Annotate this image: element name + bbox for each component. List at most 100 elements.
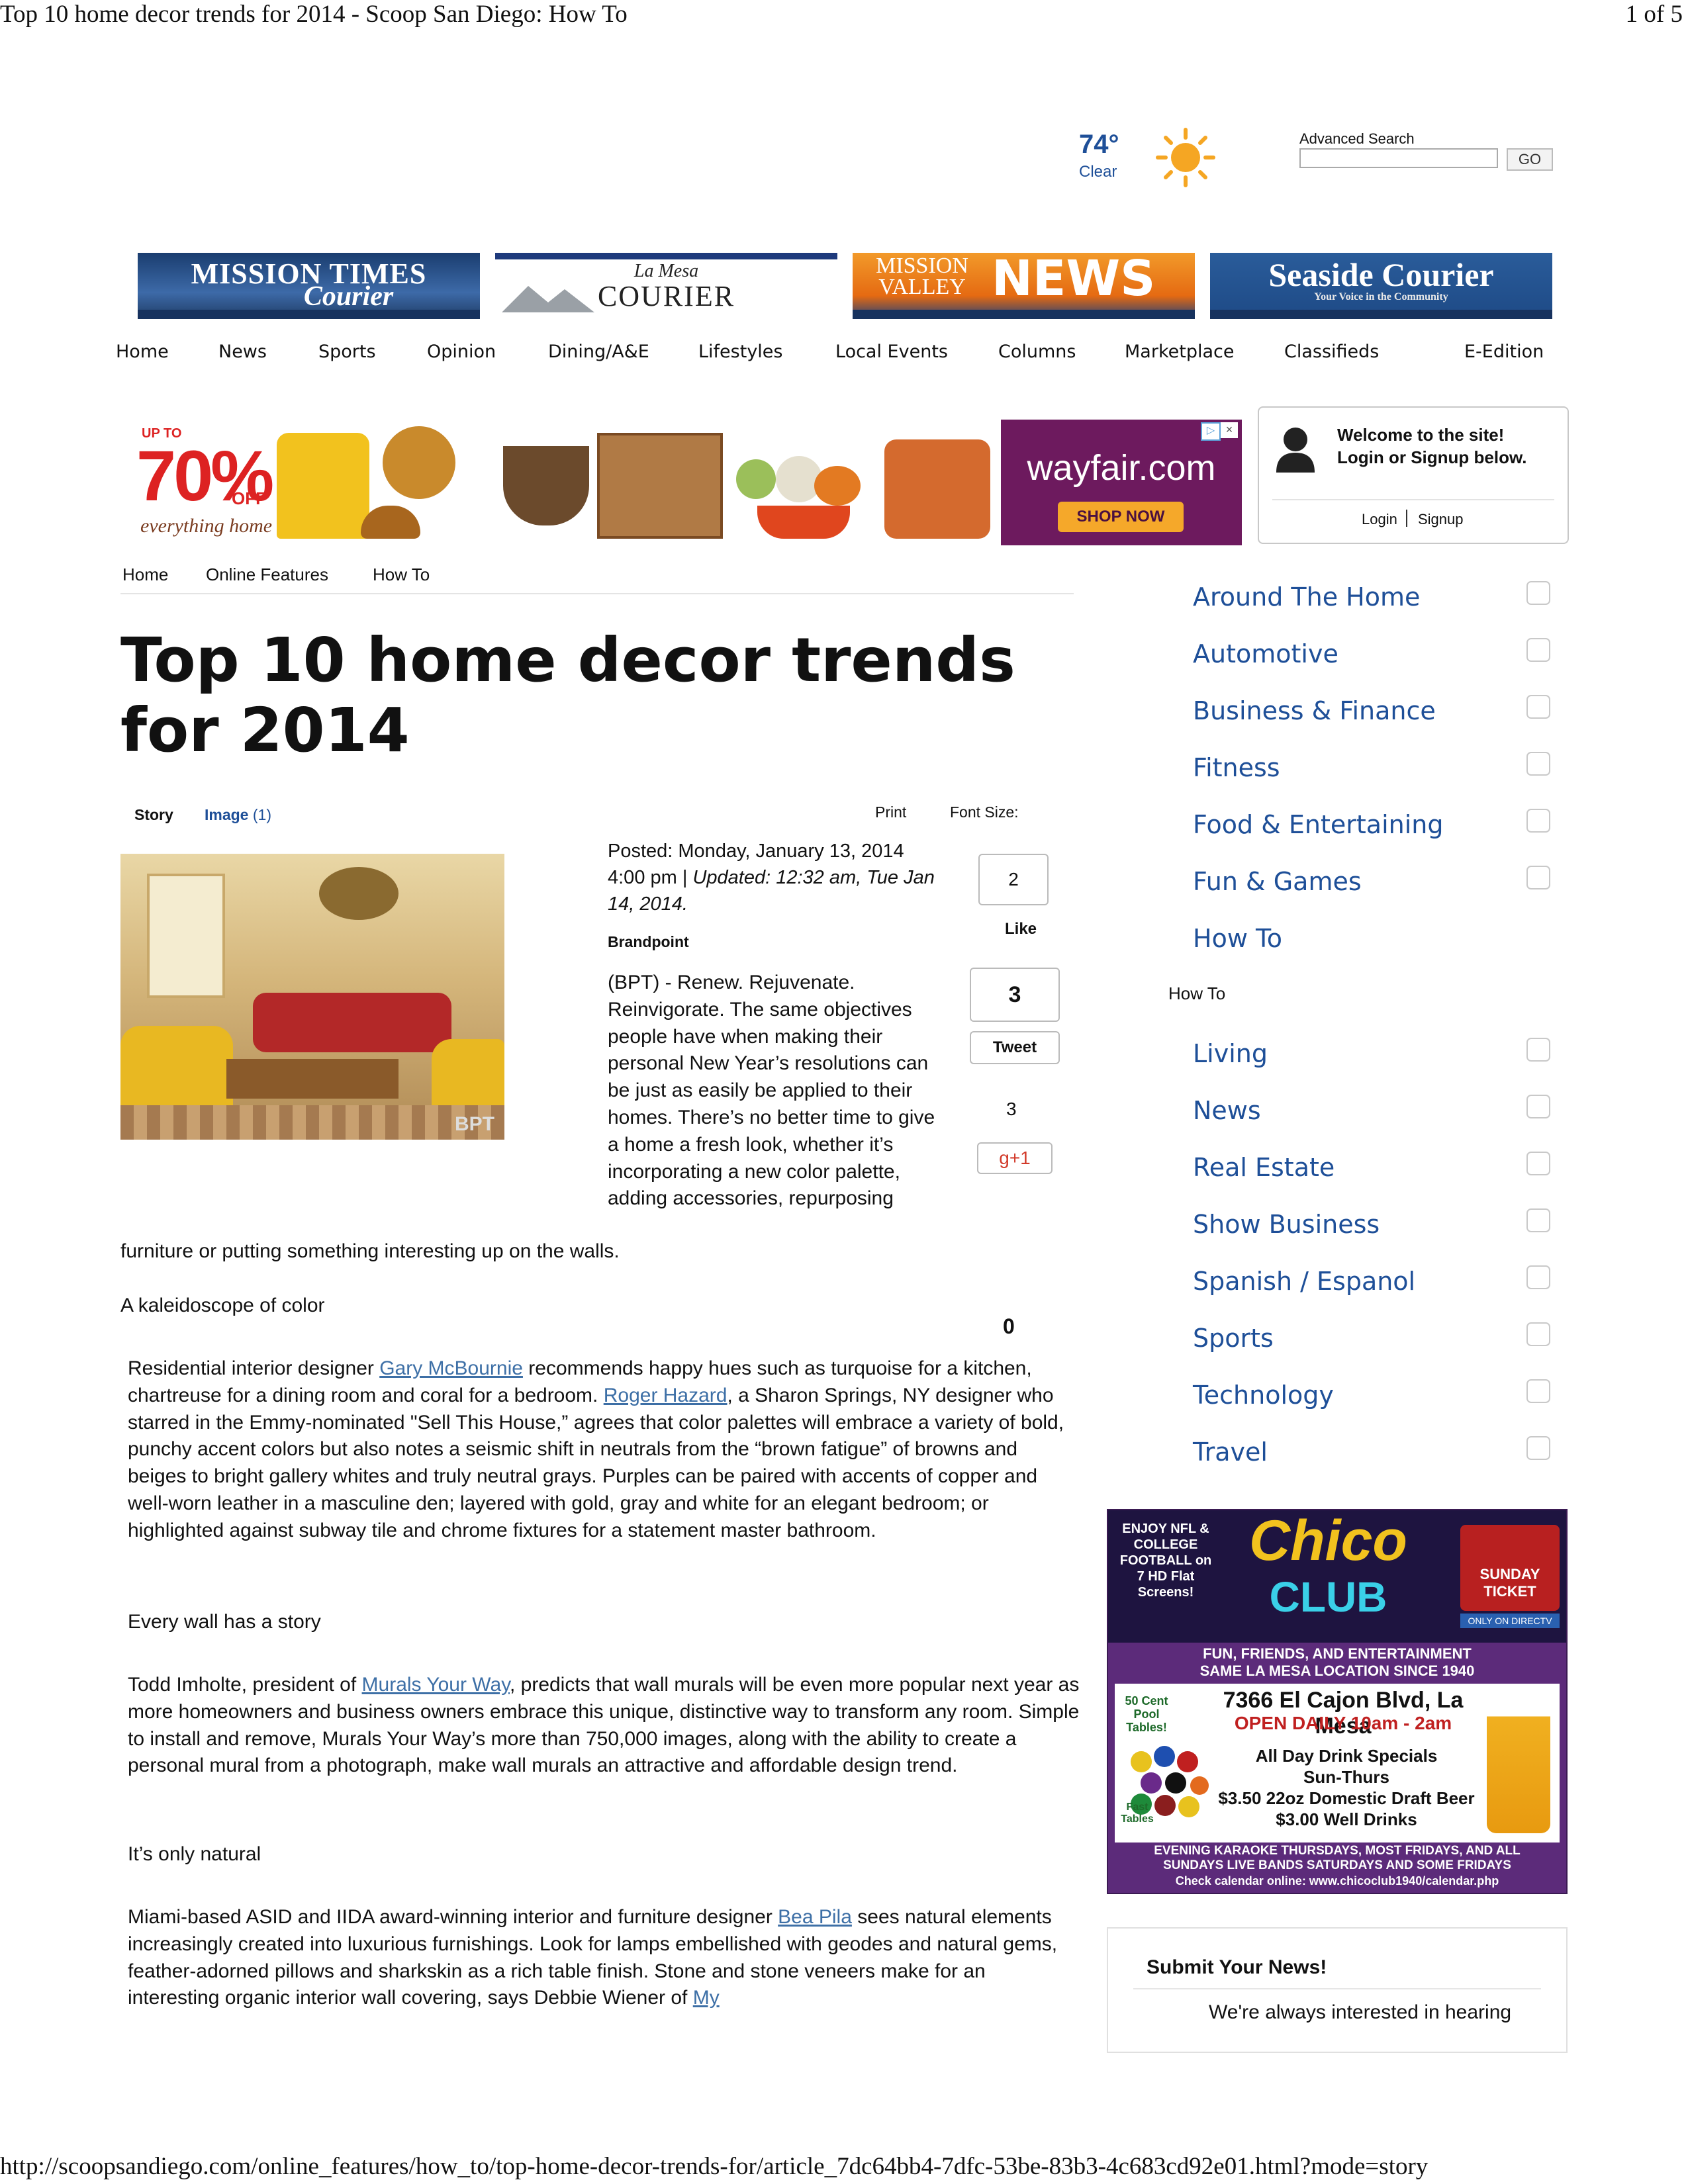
nav-local-events[interactable]: Local Events bbox=[835, 341, 948, 362]
login-link[interactable]: Login bbox=[1362, 511, 1397, 528]
advanced-search-link[interactable]: Advanced Search bbox=[1299, 130, 1415, 148]
article-title: Top 10 home decor trends for 2014 bbox=[120, 625, 1015, 766]
chico-specials-2: Sun-Thurs bbox=[1303, 1767, 1389, 1787]
sidebar-item-news[interactable]: News bbox=[1193, 1096, 1261, 1125]
sidebar-checkbox[interactable] bbox=[1526, 1265, 1550, 1289]
nav-news[interactable]: News bbox=[218, 341, 267, 362]
roger-hazard-link[interactable]: Roger Hazard bbox=[604, 1385, 727, 1406]
ad-brand: wayfair.com bbox=[1027, 448, 1216, 488]
masthead-subtitle: Your Voice in the Community bbox=[1314, 291, 1448, 302]
nav-lifestyles[interactable]: Lifestyles bbox=[698, 341, 782, 362]
sidebar-item-sports[interactable]: Sports bbox=[1193, 1324, 1274, 1353]
submit-news-title[interactable]: Submit Your News! bbox=[1147, 1956, 1327, 1979]
search-input[interactable] bbox=[1299, 148, 1498, 168]
masthead-mission-valley-news[interactable]: MISSION VALLEY NEWS bbox=[853, 253, 1195, 319]
ad-shop-now-button[interactable]: SHOP NOW bbox=[1058, 502, 1184, 532]
nav-opinion[interactable]: Opinion bbox=[427, 341, 496, 362]
chico-logo-club: CLUB bbox=[1269, 1573, 1387, 1621]
sidebar-checkbox[interactable] bbox=[1526, 1436, 1550, 1460]
nav-columns[interactable]: Columns bbox=[998, 341, 1076, 362]
sidebar-item-around-the-home[interactable]: Around The Home bbox=[1193, 582, 1420, 612]
chico-club-ad[interactable]: ENJOY NFL & COLLEGE FOOTBALL on 7 HD Fla… bbox=[1107, 1509, 1568, 1894]
photo-chandelier bbox=[319, 867, 399, 920]
print-footer-url: http://scoopsandiego.com/online_features… bbox=[0, 2153, 1429, 2180]
sidebar-checkbox[interactable] bbox=[1526, 695, 1550, 719]
sidebar-subcategory-how-to[interactable]: How To bbox=[1168, 983, 1225, 1004]
sidebar-checkbox[interactable] bbox=[1526, 1152, 1550, 1175]
like-button[interactable]: Like bbox=[1005, 920, 1037, 938]
ad-off: OFF bbox=[232, 488, 266, 508]
nav-sports[interactable]: Sports bbox=[318, 341, 376, 362]
sidebar-item-fun-games[interactable]: Fun & Games bbox=[1193, 867, 1362, 896]
chico-specials-1: All Day Drink Specials bbox=[1255, 1746, 1438, 1766]
sidebar-checkbox[interactable] bbox=[1526, 1095, 1550, 1118]
sidebar-checkbox[interactable] bbox=[1526, 809, 1550, 833]
text-run: Todd Imholte, president of bbox=[128, 1674, 362, 1696]
sidebar-checkbox[interactable] bbox=[1526, 1322, 1550, 1346]
sidebar-checkbox[interactable] bbox=[1526, 1208, 1550, 1232]
murals-your-way-link[interactable]: Murals Your Way bbox=[362, 1674, 510, 1696]
nav-home[interactable]: Home bbox=[116, 341, 169, 362]
ad-close-icon[interactable]: × bbox=[1221, 422, 1238, 438]
sidebar-checkbox[interactable] bbox=[1526, 752, 1550, 776]
nav-marketplace[interactable]: Marketplace bbox=[1125, 341, 1234, 362]
baking-dish-graphic bbox=[757, 506, 850, 539]
print-link[interactable]: Print bbox=[875, 803, 906, 821]
sidebar-checkbox[interactable] bbox=[1526, 1038, 1550, 1062]
dresser-graphic bbox=[597, 433, 723, 539]
sidebar-item-business-finance[interactable]: Business & Finance bbox=[1193, 696, 1436, 725]
submit-news-panel: Submit Your News! We're always intereste… bbox=[1107, 1927, 1568, 2053]
masthead-strip bbox=[138, 310, 480, 319]
sidebar-item-real-estate[interactable]: Real Estate bbox=[1193, 1153, 1335, 1182]
article-posted-date: Posted: Monday, January 13, 2014 4:00 pm… bbox=[608, 841, 935, 915]
nav-classifieds[interactable]: Classifieds bbox=[1284, 341, 1379, 362]
tab-story[interactable]: Story bbox=[134, 806, 173, 824]
print-header-title: Top 10 home decor trends for 2014 - Scoo… bbox=[0, 1, 628, 28]
search-go-button[interactable]: GO bbox=[1507, 148, 1553, 171]
article-photo[interactable]: BPT bbox=[120, 854, 504, 1140]
tab-image[interactable]: Image (1) bbox=[205, 806, 271, 824]
login-welcome: Welcome to the site! bbox=[1337, 425, 1505, 445]
photo-coffee-table bbox=[226, 1059, 399, 1099]
article-paragraph: Residential interior designer Gary McBou… bbox=[128, 1355, 1081, 1545]
photo-rug bbox=[120, 1105, 504, 1140]
bea-pila-link[interactable]: Bea Pila bbox=[778, 1906, 852, 1928]
tweet-button[interactable]: Tweet bbox=[970, 1031, 1060, 1064]
masthead-mission-times-courier[interactable]: MISSION TIMES Courier bbox=[138, 253, 480, 319]
nav-dining[interactable]: Dining/A&E bbox=[548, 341, 649, 362]
sidebar-item-show-business[interactable]: Show Business bbox=[1193, 1210, 1380, 1239]
submit-news-text: We're always interested in hearing bbox=[1209, 2001, 1512, 2023]
chico-pool-text: 50 Cent Pool Tables! bbox=[1125, 1694, 1168, 1734]
sidebar-checkbox[interactable] bbox=[1526, 866, 1550, 889]
text-run: Residential interior designer bbox=[128, 1357, 380, 1379]
article-lede-end: furniture or putting something interesti… bbox=[120, 1240, 620, 1262]
sidebar-item-spanish-espanol[interactable]: Spanish / Espanol bbox=[1193, 1267, 1415, 1296]
ad-choices-icon[interactable]: ▷ bbox=[1201, 422, 1221, 441]
sidebar-item-food-entertaining[interactable]: Food & Entertaining bbox=[1193, 810, 1444, 839]
gary-mcbournie-link[interactable]: Gary McBournie bbox=[379, 1357, 523, 1379]
chico-specials-4: $3.00 Well Drinks bbox=[1276, 1809, 1417, 1829]
sidebar-checkbox[interactable] bbox=[1526, 638, 1550, 662]
chico-tagline: FUN, FRIENDS, AND ENTERTAINMENT SAME LA … bbox=[1199, 1645, 1475, 1679]
sidebar-item-living[interactable]: Living bbox=[1193, 1039, 1268, 1068]
breadcrumb-online-features[interactable]: Online Features bbox=[206, 565, 328, 585]
user-avatar-icon bbox=[1276, 428, 1315, 473]
breadcrumb-how-to[interactable]: How To bbox=[373, 565, 430, 585]
sidebar-item-travel[interactable]: Travel bbox=[1193, 1437, 1268, 1467]
nav-e-edition[interactable]: E-Edition bbox=[1464, 341, 1544, 362]
masthead-la-mesa-courier[interactable]: La Mesa COURIER bbox=[495, 253, 837, 319]
weather-temperature: 74° bbox=[1079, 130, 1119, 159]
section-heading-natural: It’s only natural bbox=[128, 1843, 261, 1865]
sidebar-checkbox[interactable] bbox=[1526, 581, 1550, 605]
masthead-seaside-courier[interactable]: Seaside Courier Your Voice in the Commun… bbox=[1210, 253, 1552, 319]
sidebar-item-technology[interactable]: Technology bbox=[1193, 1381, 1334, 1410]
sidebar-item-how-to[interactable]: How To bbox=[1193, 924, 1282, 953]
wayfair-brand-panel[interactable]: ▷ × wayfair.com SHOP NOW bbox=[1001, 420, 1242, 545]
my-link[interactable]: My bbox=[693, 1987, 720, 2009]
sidebar-checkbox[interactable] bbox=[1526, 1379, 1550, 1403]
gplus-button[interactable]: g+1 bbox=[977, 1142, 1053, 1174]
sidebar-item-fitness[interactable]: Fitness bbox=[1193, 753, 1280, 782]
sidebar-item-automotive[interactable]: Automotive bbox=[1193, 639, 1338, 668]
breadcrumb-home[interactable]: Home bbox=[122, 565, 168, 585]
signup-link[interactable]: Signup bbox=[1418, 511, 1464, 528]
